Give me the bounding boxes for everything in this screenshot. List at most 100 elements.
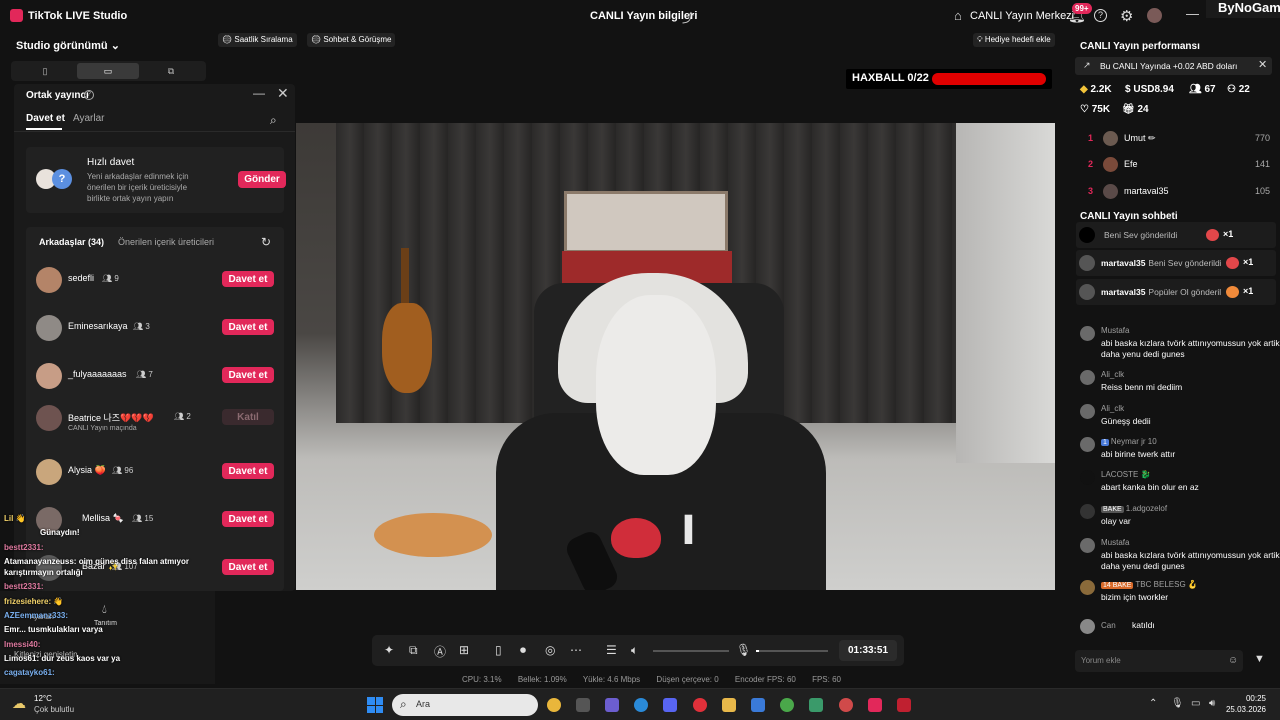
avatar [36,267,62,293]
chat-message[interactable]: Mustafa abi baska kızlara tvörk attınıyo… [1080,538,1280,572]
folder-icon[interactable] [722,698,736,712]
teams-icon[interactable] [605,698,619,712]
tab-friends[interactable]: Arkadaşlar (34) [39,237,104,247]
refresh-icon[interactable]: ↻ [261,235,271,249]
edge-icon[interactable] [634,698,648,712]
weather-icon[interactable]: ☁ [12,695,26,712]
invite-button[interactable]: Davet et [222,511,274,527]
tab-settings[interactable]: Ayarlar [73,113,105,124]
chat-message[interactable]: 1 Neymar jr 10 abi birine twerk attır [1080,437,1276,461]
taskbar-search[interactable]: ⌕ Ara [392,694,538,716]
clock-date[interactable]: 25.03.2026 [1218,705,1266,714]
more-icon[interactable]: ⋯ [570,643,582,657]
join-button[interactable]: Katıl [222,409,274,425]
friend-name: Eminesarıkaya [68,321,128,331]
mic-icon[interactable]: 🎙︎ [736,643,751,657]
stream-preview[interactable]: I [296,123,1055,590]
mic-level-fill [756,650,759,652]
app-icon[interactable] [839,698,853,712]
chat-message[interactable]: 14 BAKE TBC BELESG 🪝 bizim için tworkler [1080,580,1276,604]
ranking-row[interactable]: 3 martaval35 105 [1068,181,1280,203]
capture-icon[interactable]: ◎ [545,643,555,657]
friend-row: Alysia 🍑 👥︎ 96 Davet et [26,454,284,494]
emoji-icon[interactable]: ☺ [1228,655,1238,666]
chat-meeting-pill[interactable]: 🟡︎ Sohbet & Görüşme [307,33,396,47]
send-icon[interactable]: ▼ [1254,653,1265,665]
share-icon[interactable]: ⤴ [682,9,694,26]
discord-icon[interactable] [663,698,677,712]
cpu-stat: CPU: 3.1% [462,675,502,684]
likes-stat: ♡ 75K [1080,104,1110,115]
gear-icon[interactable]: ⚙ [1120,7,1133,25]
speaker-icon[interactable]: 🔈︎ [631,643,638,658]
chat-message[interactable]: BAKE 1.adgozelof olay var [1080,504,1276,528]
invite-button[interactable]: Davet et [222,463,274,479]
search-icon[interactable]: ⌕ [270,113,277,128]
avatar [36,405,62,431]
chevron-up-icon[interactable]: ⌃ [1149,698,1157,709]
close-icon[interactable]: ✕ [277,85,289,102]
effects-icon[interactable]: ⧉ [409,643,418,658]
speaker-icon[interactable]: 🔊︎ [1209,698,1215,709]
magic-wand-icon[interactable]: ✦ [384,643,394,657]
chat-message[interactable]: LACOSTE 🐉 abart kanka bin olur en az [1080,470,1276,494]
media-icon[interactable] [897,698,911,712]
chat-message[interactable]: Ali_clk Reiss benn mi dediim [1080,370,1276,394]
avatar [1080,504,1095,519]
invite-button[interactable]: Davet et [222,271,274,287]
send-button[interactable]: Gönder [238,171,286,188]
help-icon[interactable]: ? [84,90,94,100]
chrome-alt-icon[interactable] [780,698,794,712]
overlay-chat-line: cagatayko61: [4,668,55,677]
windows-start-icon[interactable] [367,697,383,713]
mic-icon[interactable]: 🎙︎ [1171,698,1184,709]
gift-text: martaval35 Popüler Ol gönderildi [1101,287,1221,297]
close-icon[interactable]: ✕ [1258,58,1267,71]
invite-button[interactable]: Davet et [222,319,274,335]
chat-message[interactable]: Ali_clk Güneşş dedii [1080,404,1276,428]
add-source-icon[interactable]: ⊞ [459,643,469,657]
studio-view-dropdown[interactable]: Studio görünümü ⌄ [16,39,120,52]
help-icon[interactable]: ? [1094,9,1107,22]
tab-suggested[interactable]: Önerilen içerik üreticileri [118,237,214,247]
shirt-letter: I [681,508,696,554]
display-icon[interactable]: ▭ [1191,698,1200,709]
hourly-ranking-pill[interactable]: 🟡︎ Saatlik Sıralama [218,33,297,47]
opera-icon[interactable] [693,698,707,712]
chat-join[interactable]: Can katıldı [1080,619,1276,635]
ai-icon[interactable]: Ⓐ [434,643,446,660]
record-icon[interactable]: ⏺ [520,643,526,658]
landscape-view-button[interactable]: ▭ [77,63,139,79]
minimize-icon[interactable]: — [1186,6,1199,21]
comment-input[interactable]: Yorum ekle ☺ [1075,650,1243,672]
chat-message[interactable]: Mustafa abi baska kızlara tvörk attınıyo… [1080,326,1280,360]
volume-slider[interactable] [653,650,729,652]
sliders-icon[interactable]: ☰ [606,643,617,657]
avatar [1079,255,1095,271]
tab-invite[interactable]: Davet et [26,113,65,124]
invite-button[interactable]: Davet et [222,559,274,575]
chat-text: abi baska kızlara tvörk attınıyomussun y… [1101,338,1280,359]
clock-time[interactable]: 00:25 [1226,694,1266,703]
terminal-icon[interactable] [576,698,590,712]
phone-icon[interactable]: ▯ [495,643,502,657]
mail-icon[interactable] [751,698,765,712]
tiktok-icon[interactable] [868,698,882,712]
chat-user: TBC BELESG 🪝 [1135,580,1198,589]
home-icon[interactable]: ⌂ [954,8,962,23]
ranking-row[interactable]: 2 Efe 141 [1068,154,1280,176]
haxball-progress: HAXBALL 0/22 [846,69,1052,89]
followers-value: 22 [1238,84,1250,95]
portrait-view-button[interactable]: ▯ [14,63,76,79]
invite-button[interactable]: Davet et [222,367,274,383]
dual-view-button[interactable]: ⧉ [140,63,202,79]
avatar[interactable] [1147,8,1162,23]
ranking-row[interactable]: 1 Umut ✏ 770 [1068,128,1280,150]
avatar [1103,157,1118,172]
chrome-icon[interactable] [547,698,561,712]
live-center-link[interactable]: CANLI Yayın Merkezi [970,10,1074,22]
mic-slider[interactable] [756,650,828,652]
game-icon[interactable] [809,698,823,712]
minimize-icon[interactable]: — [253,86,265,100]
gift-goal-pill[interactable]: 💡︎ Hediye hedefi ekle [973,33,1055,47]
